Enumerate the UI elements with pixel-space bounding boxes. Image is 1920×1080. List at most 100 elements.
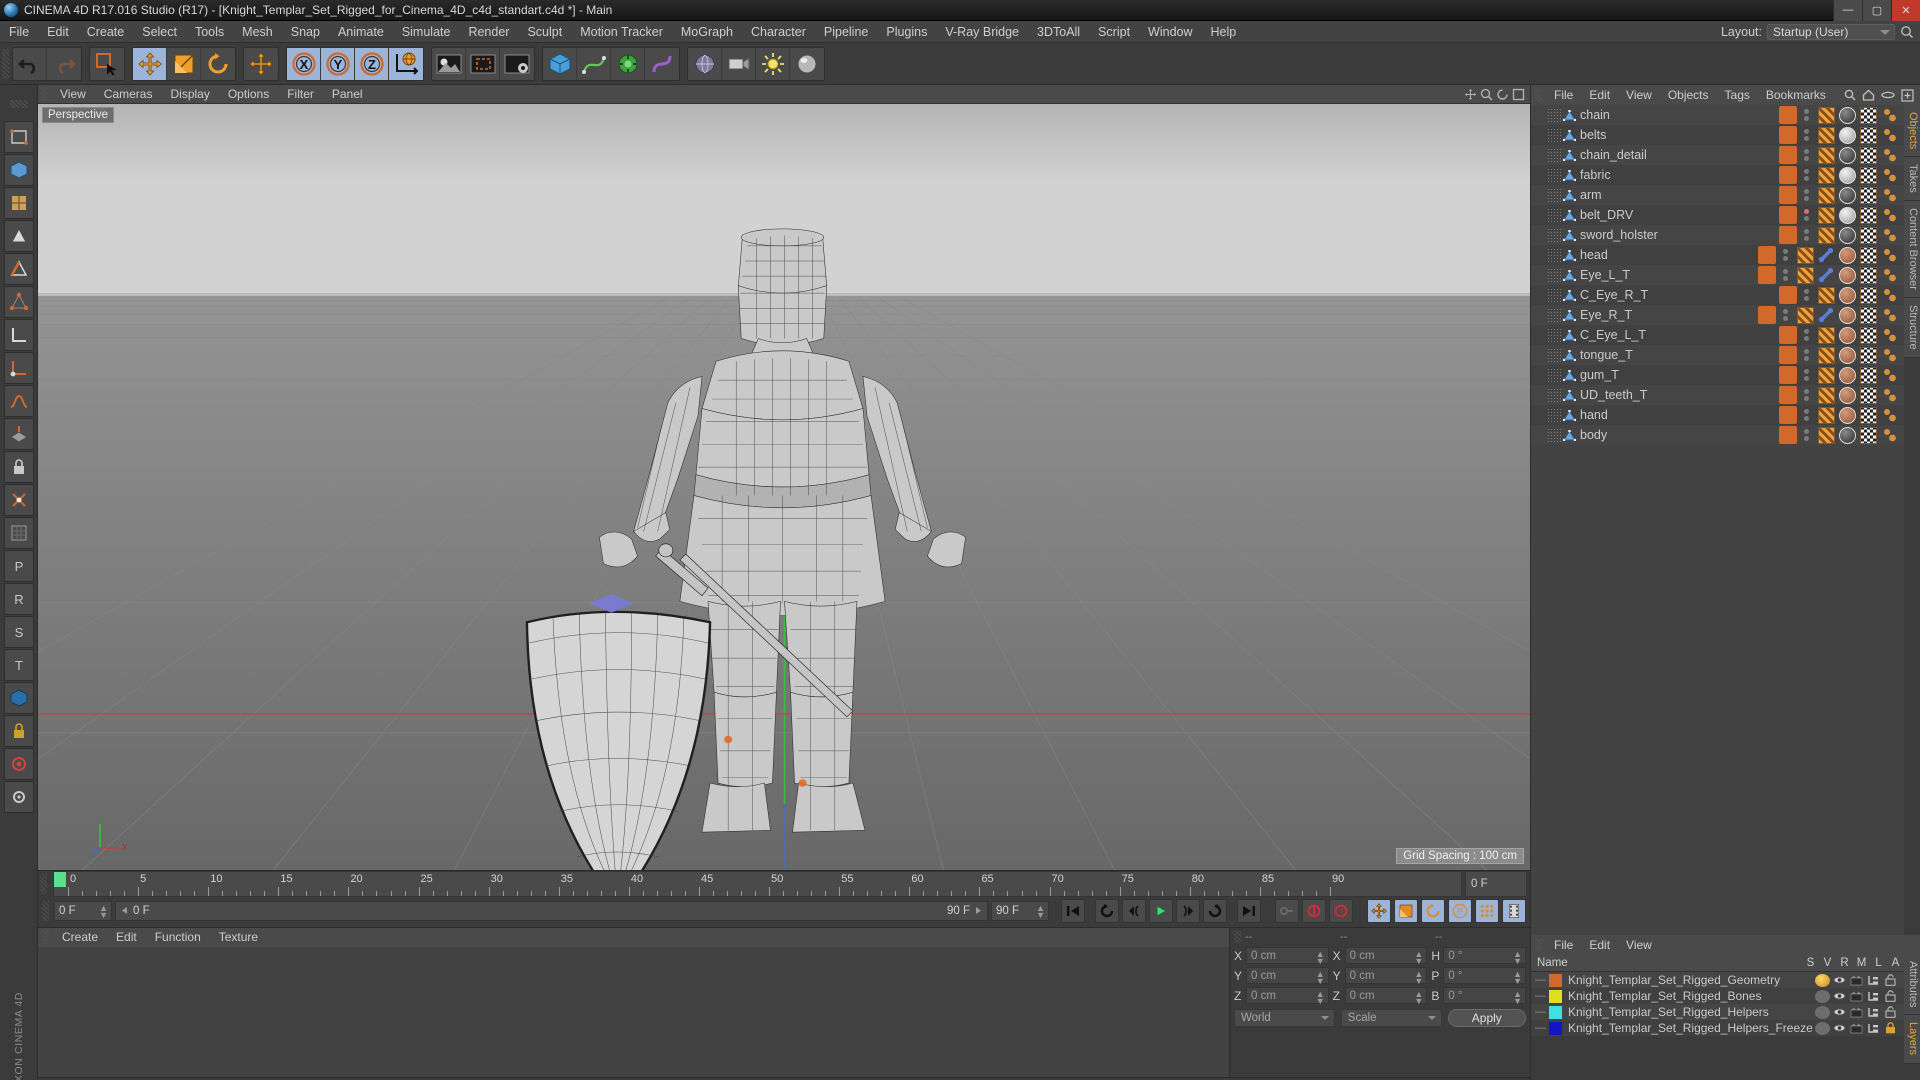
visibility-dots[interactable] [1804, 129, 1809, 141]
material-tag-icon[interactable] [1839, 107, 1856, 124]
layer-render-toggle[interactable] [1849, 1022, 1864, 1035]
material-tag-icon[interactable] [1839, 367, 1856, 384]
stepper-icon[interactable]: ▲▼ [1414, 951, 1423, 965]
uv-tag-icon[interactable] [1860, 267, 1877, 284]
render-settings-button[interactable] [500, 48, 534, 80]
expand-handle-icon[interactable] [1547, 328, 1561, 342]
object-manager-menu[interactable]: FileEditViewObjectsTagsBookmarks [1531, 85, 1920, 105]
bone-weight-tag-icon[interactable] [1818, 307, 1835, 324]
record-scale-button[interactable] [1394, 899, 1418, 923]
object-name[interactable]: sword_holster [1580, 228, 1658, 242]
coordinates-grip[interactable] [1234, 931, 1241, 943]
material-menu-edit[interactable]: Edit [107, 928, 146, 947]
layer-color-swatch[interactable] [1779, 406, 1797, 424]
layer-list[interactable]: —Knight_Templar_Set_Rigged_Geometry—Knig… [1531, 972, 1904, 1036]
object-tree[interactable]: chainbeltschain_detailfabricarmbelt_DRVs… [1531, 105, 1904, 935]
layer-color-swatch[interactable] [1779, 226, 1797, 244]
menu-item-v-ray-bridge[interactable]: V-Ray Bridge [936, 21, 1028, 43]
object-name[interactable]: body [1580, 428, 1607, 442]
material-button[interactable] [790, 48, 824, 80]
lock-y-button[interactable]: Y [321, 48, 355, 80]
generator-button[interactable] [611, 48, 645, 80]
rotate-tool-button[interactable] [201, 48, 235, 80]
selection-tag-icon[interactable] [1881, 407, 1898, 424]
menu-item-help[interactable]: Help [1202, 21, 1246, 43]
visibility-dots[interactable] [1804, 329, 1809, 341]
texture-tag-icon[interactable] [1797, 247, 1814, 264]
selection-tag-icon[interactable] [1881, 347, 1898, 364]
material-tag-icon[interactable] [1839, 167, 1856, 184]
layer-color-swatch[interactable] [1779, 346, 1797, 364]
lock-selection-button[interactable] [4, 715, 34, 747]
viewport-menu-display[interactable]: Display [161, 85, 218, 104]
visibility-dots[interactable] [1804, 189, 1809, 201]
object-name[interactable]: UD_teeth_T [1580, 388, 1647, 402]
object-menu-edit[interactable]: Edit [1581, 85, 1618, 105]
object-tag-zone[interactable] [1779, 346, 1904, 364]
record-button[interactable] [4, 748, 34, 780]
undo-button[interactable] [13, 48, 47, 80]
stepper-icon[interactable]: ▲▼ [1316, 951, 1325, 965]
cube-button[interactable] [543, 48, 577, 80]
rotate-view-icon[interactable] [1496, 88, 1509, 101]
uv-tag-icon[interactable] [1860, 207, 1877, 224]
uv-tag-icon[interactable] [1860, 107, 1877, 124]
material-tag-icon[interactable] [1839, 387, 1856, 404]
coord-input-size-X[interactable]: 0 cm▲▼ [1345, 947, 1428, 964]
layer-visibility-toggle[interactable] [1832, 1006, 1847, 1019]
object-menu-objects[interactable]: Objects [1660, 85, 1717, 105]
object-manager-icons[interactable] [1844, 89, 1920, 102]
snap-button[interactable] [4, 484, 34, 516]
uv-tag-icon[interactable] [1860, 307, 1877, 324]
layer-color-swatch[interactable] [1758, 306, 1776, 324]
keyframe-mode-button[interactable] [1502, 899, 1526, 923]
range-left-icon[interactable] [120, 906, 129, 915]
material-manager-grip[interactable] [42, 931, 49, 944]
object-row[interactable]: UD_teeth_T [1531, 385, 1904, 405]
coord-field-rotation[interactable]: P0 °▲▼ [1431, 967, 1526, 984]
tab-attributes[interactable]: Attributes [1904, 954, 1920, 1015]
layer-manager-menu[interactable]: FileEditView [1531, 935, 1920, 954]
model-mode-button[interactable] [4, 154, 34, 186]
object-row[interactable]: Eye_L_T [1531, 265, 1904, 285]
move-tool-button[interactable] [133, 48, 167, 80]
stepper-icon[interactable]: ▲▼ [1513, 991, 1522, 1005]
toolbar-group-transform[interactable] [132, 47, 236, 81]
menu-item-pipeline[interactable]: Pipeline [815, 21, 877, 43]
left-toolbar[interactable]: P R S T MAXON CINEMA 4D [0, 85, 38, 1080]
visibility-dots[interactable] [1804, 109, 1809, 121]
layer-controls[interactable] [1815, 990, 1904, 1003]
texture-tag-icon[interactable] [1797, 307, 1814, 324]
layer-row[interactable]: —Knight_Templar_Set_Rigged_Geometry [1531, 972, 1904, 988]
record-pla-button[interactable] [1475, 899, 1499, 923]
layer-solo-toggle[interactable] [1815, 1006, 1830, 1019]
menu-item-motion-tracker[interactable]: Motion Tracker [571, 21, 672, 43]
stepper-icon[interactable]: ▲▼ [1036, 905, 1045, 919]
play-button[interactable] [1149, 899, 1173, 923]
selection-tag-icon[interactable] [1881, 387, 1898, 404]
object-name[interactable]: belts [1580, 128, 1606, 142]
toolbar-grip-left[interactable] [4, 88, 34, 120]
expand-handle-icon[interactable] [1547, 408, 1561, 422]
layer-color-swatch[interactable] [1549, 1006, 1562, 1019]
make-editable-button[interactable] [4, 121, 34, 153]
layer-manager-panel[interactable]: FileEditView Name S V R M L A —Knight_Te… [1531, 935, 1920, 1080]
tab-content-browser[interactable]: Content Browser [1904, 201, 1920, 298]
material-list[interactable] [38, 947, 1229, 1078]
object-name[interactable]: hand [1580, 408, 1608, 422]
right-vertical-tabs-lower[interactable]: Attributes Layers [1904, 954, 1920, 1080]
expand-handle-icon[interactable] [1547, 368, 1561, 382]
gear-icon[interactable] [4, 781, 34, 813]
visibility-dots[interactable] [1804, 389, 1809, 401]
layer-row[interactable]: —Knight_Templar_Set_Rigged_Bones [1531, 988, 1904, 1004]
texture-tag-icon[interactable] [1818, 127, 1835, 144]
object-tag-zone[interactable] [1779, 426, 1904, 444]
expand-handle-icon[interactable] [1547, 168, 1561, 182]
material-tag-icon[interactable] [1839, 147, 1856, 164]
viewport-menu-bar[interactable]: ViewCamerasDisplayOptionsFilterPanel [38, 85, 1530, 104]
texture-tag-icon[interactable] [1818, 387, 1835, 404]
menu-item-simulate[interactable]: Simulate [393, 21, 460, 43]
selection-tag-icon[interactable] [1881, 367, 1898, 384]
coord-input-rotation-P[interactable]: 0 °▲▼ [1443, 967, 1526, 984]
coord-input-size-Z[interactable]: 0 cm▲▼ [1345, 987, 1428, 1004]
